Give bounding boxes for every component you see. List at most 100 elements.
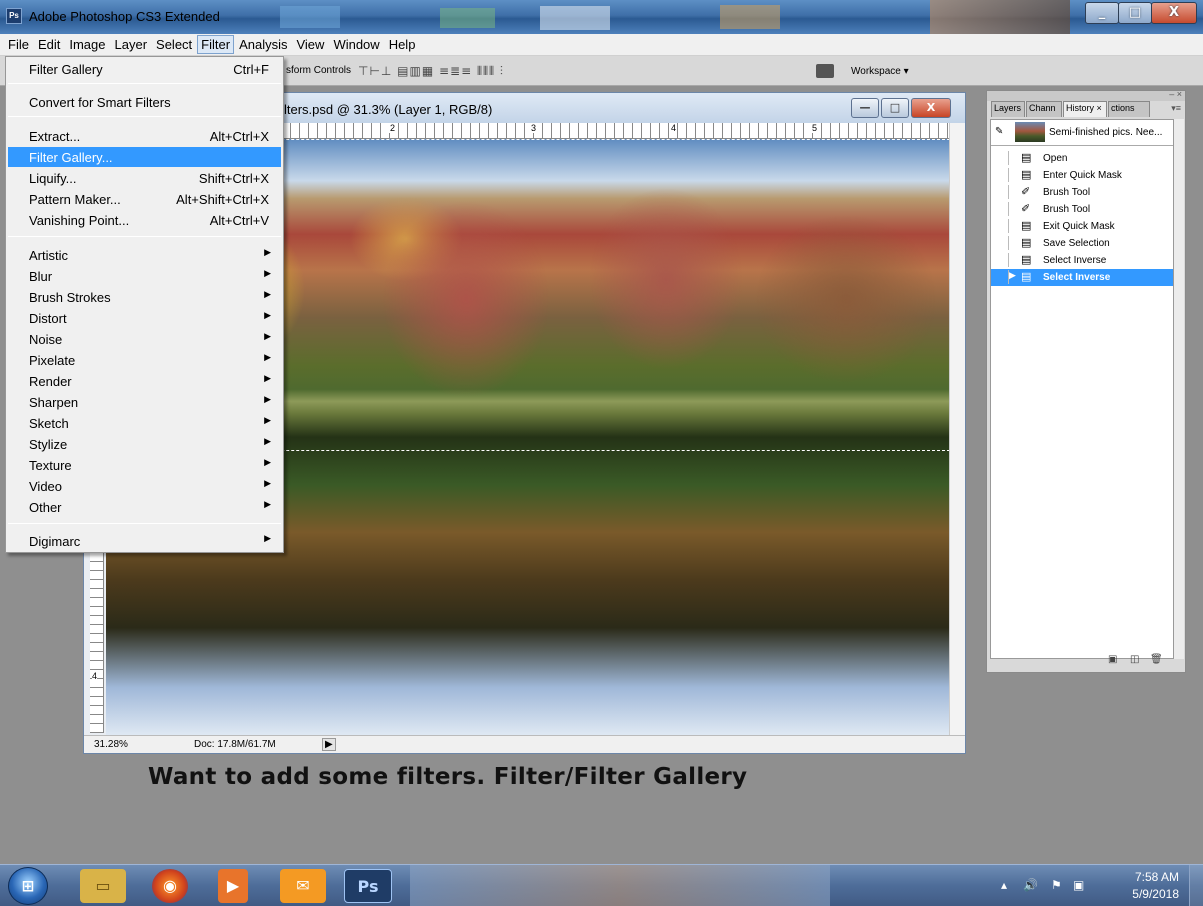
- menu-item-video[interactable]: Video ▶: [8, 476, 281, 496]
- action-center-flag-icon[interactable]: ⚑: [1051, 878, 1062, 892]
- doc-minimize-button[interactable]: —: [851, 98, 879, 118]
- new-document-from-state-icon[interactable]: ▣: [1108, 654, 1117, 665]
- history-state[interactable]: ▤ Save Selection: [991, 235, 1173, 252]
- new-snapshot-icon[interactable]: ◫: [1130, 654, 1139, 665]
- history-state-label: Exit Quick Mask: [1043, 221, 1115, 232]
- history-state[interactable]: ▤ Open: [991, 150, 1173, 167]
- history-state[interactable]: ▤ Select Inverse: [991, 252, 1173, 269]
- history-source-checkbox[interactable]: [995, 270, 1009, 284]
- history-state[interactable]: ▤ Exit Quick Mask: [991, 218, 1173, 235]
- bridge-icon[interactable]: [816, 64, 834, 78]
- show-hidden-icons-icon[interactable]: ▴: [1001, 878, 1007, 892]
- align-distribute-icons[interactable]: ⊤⊢⊥ ▤▥▦ ≡≣≡ ⫴⫴⫴ ⫶: [358, 64, 504, 79]
- panel-menu-icon[interactable]: ▾≡: [1171, 103, 1181, 114]
- menu-item-filter-gallery-last[interactable]: Filter Gallery Ctrl+F: [8, 59, 281, 79]
- clock-time[interactable]: 7:58 AM: [1135, 870, 1179, 884]
- menu-select[interactable]: Select: [152, 35, 196, 54]
- menu-item-artistic[interactable]: Artistic ▶: [8, 245, 281, 265]
- history-source-checkbox[interactable]: [995, 202, 1009, 216]
- menu-item-other[interactable]: Other ▶: [8, 497, 281, 517]
- show-desktop-button[interactable]: [1189, 865, 1203, 906]
- menu-help[interactable]: Help: [385, 35, 420, 54]
- menu-item-label: Pixelate: [29, 353, 76, 368]
- menu-window[interactable]: Window: [329, 35, 383, 54]
- submenu-arrow-icon: ▶: [264, 395, 271, 405]
- menu-file[interactable]: File: [4, 35, 33, 54]
- history-scrollbar[interactable]: [1174, 119, 1184, 659]
- network-icon[interactable]: ▣: [1073, 878, 1084, 892]
- menu-item-filter-gallery[interactable]: Filter Gallery...: [8, 147, 281, 167]
- current-state-arrow-icon: ▶: [1009, 271, 1016, 281]
- tab-channels[interactable]: Chann: [1026, 101, 1062, 117]
- menu-separator: [8, 83, 281, 84]
- menu-item-shortcut: Ctrl+F: [233, 62, 269, 77]
- show-transform-controls-label[interactable]: sform Controls: [286, 65, 351, 76]
- menu-item-distort[interactable]: Distort ▶: [8, 308, 281, 328]
- history-source-checkbox[interactable]: [995, 151, 1009, 165]
- menu-item-vanishing-point[interactable]: Vanishing Point... Alt+Ctrl+V: [8, 210, 281, 230]
- status-menu-arrow-icon[interactable]: ▶: [322, 738, 336, 751]
- doc-close-button[interactable]: X: [911, 98, 951, 118]
- panel-collapse-icon[interactable]: – ×: [1169, 89, 1182, 99]
- tab-history[interactable]: History ×: [1063, 101, 1107, 117]
- mail-icon[interactable]: ✉: [280, 869, 326, 903]
- media-player-icon[interactable]: ▶: [218, 869, 248, 903]
- history-source-checkbox[interactable]: [995, 219, 1009, 233]
- minimize-button[interactable]: _: [1085, 2, 1119, 24]
- menu-edit[interactable]: Edit: [34, 35, 64, 54]
- menu-item-render[interactable]: Render ▶: [8, 371, 281, 391]
- photoshop-taskbar-icon[interactable]: Ps: [344, 869, 392, 903]
- close-button[interactable]: X: [1151, 2, 1197, 24]
- menu-item-digimarc[interactable]: Digimarc ▶: [8, 531, 281, 551]
- tab-actions[interactable]: ctions: [1108, 101, 1150, 117]
- history-state-label: Brush Tool: [1043, 187, 1091, 198]
- menu-item-convert-smart-filters[interactable]: Convert for Smart Filters: [8, 92, 281, 112]
- firefox-icon[interactable]: ◉: [152, 869, 188, 903]
- menu-filter[interactable]: Filter: [197, 35, 235, 54]
- history-state[interactable]: ✐ Brush Tool: [991, 184, 1173, 201]
- menu-item-label: Brush Strokes: [29, 290, 111, 305]
- maximize-button[interactable]: □: [1118, 2, 1152, 24]
- submenu-arrow-icon: ▶: [264, 290, 271, 300]
- menu-item-noise[interactable]: Noise ▶: [8, 329, 281, 349]
- menu-image[interactable]: Image: [65, 35, 109, 54]
- history-source-checkbox[interactable]: [995, 253, 1009, 267]
- trash-icon[interactable]: 🗑: [1150, 654, 1163, 665]
- history-source-checkbox[interactable]: [995, 185, 1009, 199]
- menu-item-texture[interactable]: Texture ▶: [8, 455, 281, 475]
- menu-item-pixelate[interactable]: Pixelate ▶: [8, 350, 281, 370]
- menu-item-brush-strokes[interactable]: Brush Strokes ▶: [8, 287, 281, 307]
- doc-maximize-button[interactable]: □: [881, 98, 909, 118]
- history-state-current[interactable]: ▶ ▤ Select Inverse: [991, 269, 1173, 286]
- menu-item-extract[interactable]: Extract... Alt+Ctrl+X: [8, 126, 281, 146]
- menu-item-pattern-maker[interactable]: Pattern Maker... Alt+Shift+Ctrl+X: [8, 189, 281, 209]
- menu-analysis[interactable]: Analysis: [235, 35, 291, 54]
- zoom-level[interactable]: 31.28%: [94, 739, 128, 750]
- menu-item-liquify[interactable]: Liquify... Shift+Ctrl+X: [8, 168, 281, 188]
- history-source-checkbox[interactable]: [995, 168, 1009, 182]
- history-brush-icon[interactable]: ✎: [995, 126, 1003, 137]
- workspace-dropdown[interactable]: Workspace ▾: [851, 66, 909, 77]
- menu-item-sharpen[interactable]: Sharpen ▶: [8, 392, 281, 412]
- panel-tabs: Layers Chann History × ctions: [991, 101, 1151, 117]
- panel-header[interactable]: – ×: [987, 89, 1185, 101]
- tab-layers[interactable]: Layers: [991, 101, 1025, 117]
- start-button[interactable]: ⊞: [8, 867, 48, 905]
- menu-item-label: Extract...: [29, 129, 81, 144]
- history-state[interactable]: ▤ Enter Quick Mask: [991, 167, 1173, 184]
- explorer-icon[interactable]: ▭: [80, 869, 126, 903]
- clock-date[interactable]: 5/9/2018: [1132, 887, 1179, 901]
- history-snapshot[interactable]: ✎ Semi-finished pics. Nee...: [991, 120, 1173, 146]
- history-state[interactable]: ✐ Brush Tool: [991, 201, 1173, 218]
- menu-layer[interactable]: Layer: [111, 35, 152, 54]
- volume-icon[interactable]: 🔊: [1023, 878, 1038, 892]
- menu-item-shortcut: Alt+Ctrl+V: [209, 213, 269, 228]
- vertical-scrollbar[interactable]: [949, 123, 965, 735]
- history-source-checkbox[interactable]: [995, 236, 1009, 250]
- menu-item-blur[interactable]: Blur ▶: [8, 266, 281, 286]
- history-state-label: Select Inverse: [1043, 272, 1111, 283]
- snapshot-label: Semi-finished pics. Nee...: [1049, 127, 1163, 138]
- menu-item-sketch[interactable]: Sketch ▶: [8, 413, 281, 433]
- menu-item-stylize[interactable]: Stylize ▶: [8, 434, 281, 454]
- menu-view[interactable]: View: [292, 35, 328, 54]
